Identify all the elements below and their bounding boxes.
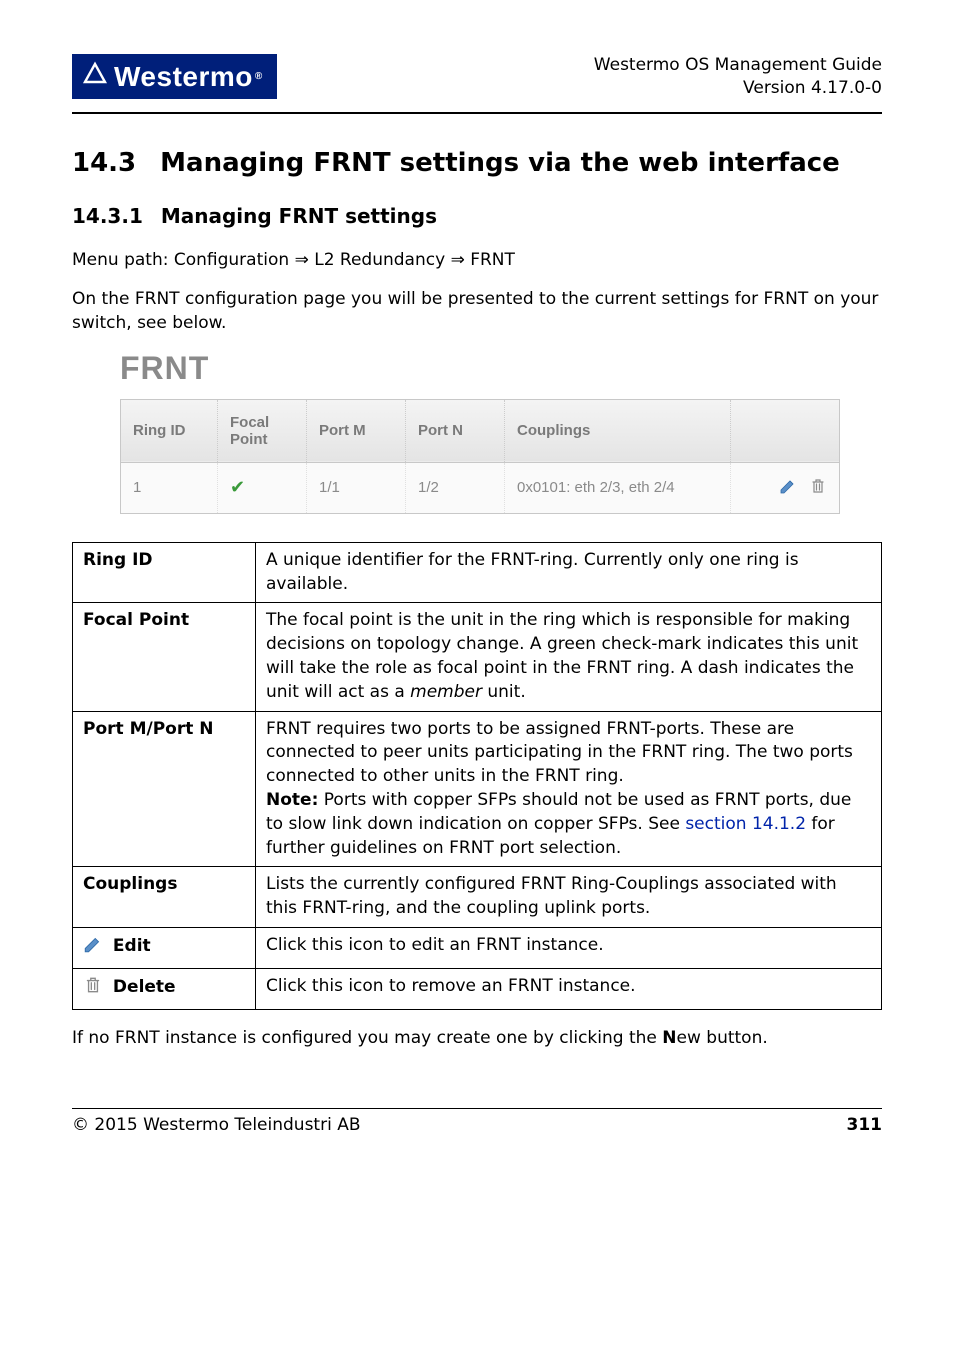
table-row: Port M/Port N FRNT requires two ports to… (73, 711, 882, 867)
col-port-n: Port N (406, 399, 505, 462)
trash-icon (809, 477, 827, 495)
screenshot-heading: FRNT (120, 350, 882, 387)
table-row: Delete Click this icon to remove an FRNT… (73, 968, 882, 1009)
registered-mark: ® (255, 71, 263, 82)
closing-post: ew button. (677, 1028, 768, 1048)
cell-port-n: 1/2 (406, 462, 505, 513)
closing-paragraph: If no FRNT instance is configured you ma… (72, 1026, 882, 1051)
def-portmn-link[interactable]: section 14.1.2 (685, 814, 806, 834)
def-label-couplings: Couplings (73, 867, 256, 928)
def-portmn-a: FRNT requires two ports to be assigned F… (266, 719, 853, 787)
table-row: 1 ✔ 1/1 1/2 0x0101: eth 2/3, eth 2/4 (121, 462, 840, 513)
subsection-title-text: Managing FRNT settings (161, 204, 437, 228)
cell-port-m: 1/1 (307, 462, 406, 513)
definitions-table: Ring ID A unique identifier for the FRNT… (72, 542, 882, 1010)
col-actions (731, 399, 840, 462)
checkmark-icon: ✔ (230, 477, 245, 497)
def-label-port-mn: Port M/Port N (73, 711, 256, 867)
edit-button[interactable] (779, 477, 797, 499)
def-text-edit: Click this icon to edit an FRNT instance… (256, 927, 882, 968)
menu-path-prefix: Menu path: Configuration (72, 250, 295, 270)
col-port-m: Port M (307, 399, 406, 462)
table-row: Focal Point The focal point is the unit … (73, 603, 882, 711)
page-header: Westermo® Westermo OS Management Guide V… (72, 54, 882, 100)
menu-path-line: Menu path: Configuration ⇒ L2 Redundancy… (72, 248, 882, 273)
def-text-port-mn: FRNT requires two ports to be assigned F… (256, 711, 882, 867)
closing-pre: If no FRNT instance is configured you ma… (72, 1028, 662, 1048)
def-text-ring-id: A unique identifier for the FRNT-ring. C… (256, 542, 882, 603)
menu-path-mid: L2 Redundancy (309, 250, 451, 270)
def-focal-c: unit. (482, 682, 526, 702)
def-label-edit: Edit (73, 927, 256, 968)
def-edit-label-text: Edit (113, 936, 151, 956)
footer-rule (72, 1108, 882, 1109)
def-delete-label-text: Delete (113, 977, 176, 997)
cell-actions (731, 462, 840, 513)
arrow-icon: ⇒ (451, 250, 465, 270)
def-label-focal-point: Focal Point (73, 603, 256, 711)
doc-version: Version 4.17.0-0 (594, 77, 882, 100)
section-heading: 14.3 Managing FRNT settings via the web i… (72, 148, 882, 178)
col-ring-id: Ring ID (121, 399, 218, 462)
def-label-delete: Delete (73, 968, 256, 1009)
def-focal-a: The focal point is the unit in the ring … (266, 610, 858, 701)
intro-paragraph: On the FRNT configuration page you will … (72, 287, 882, 336)
pencil-icon (83, 939, 109, 959)
logo-text: Westermo (114, 61, 253, 93)
subsection-number: 14.3.1 (72, 204, 143, 228)
section-number: 14.3 (72, 148, 136, 178)
footer-copyright: © 2015 Westermo Teleindustri AB (72, 1115, 361, 1135)
pencil-icon (779, 477, 797, 495)
def-text-focal-point: The focal point is the unit in the ring … (256, 603, 882, 711)
def-text-delete: Click this icon to remove an FRNT instan… (256, 968, 882, 1009)
doc-title: Westermo OS Management Guide (594, 54, 882, 77)
def-portmn-note-label: Note: (266, 790, 318, 810)
table-row: Couplings Lists the currently configured… (73, 867, 882, 928)
header-rule (72, 112, 882, 114)
def-label-ring-id: Ring ID (73, 542, 256, 603)
table-row: Ring ID A unique identifier for the FRNT… (73, 542, 882, 603)
arrow-icon: ⇒ (295, 250, 309, 270)
brand-logo: Westermo® (72, 54, 277, 99)
page-number: 311 (847, 1115, 883, 1135)
page-footer: © 2015 Westermo Teleindustri AB 311 (72, 1115, 882, 1135)
frnt-screenshot-table: Ring ID Focal Point Port M Port N Coupli… (120, 399, 840, 514)
trash-icon (83, 980, 109, 1000)
cell-ring-id: 1 (121, 462, 218, 513)
subsection-heading: 14.3.1 Managing FRNT settings (72, 204, 882, 228)
def-text-couplings: Lists the currently configured FRNT Ring… (256, 867, 882, 928)
section-title-text: Managing FRNT settings via the web inter… (160, 148, 840, 178)
def-focal-b: member (410, 682, 482, 702)
logo-mark-icon (82, 60, 108, 93)
cell-couplings: 0x0101: eth 2/3, eth 2/4 (505, 462, 731, 513)
delete-button[interactable] (809, 477, 827, 499)
cell-focal-point: ✔ (218, 462, 307, 513)
closing-bold: N (662, 1028, 676, 1048)
header-titles: Westermo OS Management Guide Version 4.1… (594, 54, 882, 100)
table-header-row: Ring ID Focal Point Port M Port N Coupli… (121, 399, 840, 462)
menu-path-end: FRNT (465, 250, 515, 270)
col-couplings: Couplings (505, 399, 731, 462)
table-row: Edit Click this icon to edit an FRNT ins… (73, 927, 882, 968)
col-focal-point: Focal Point (218, 399, 307, 462)
